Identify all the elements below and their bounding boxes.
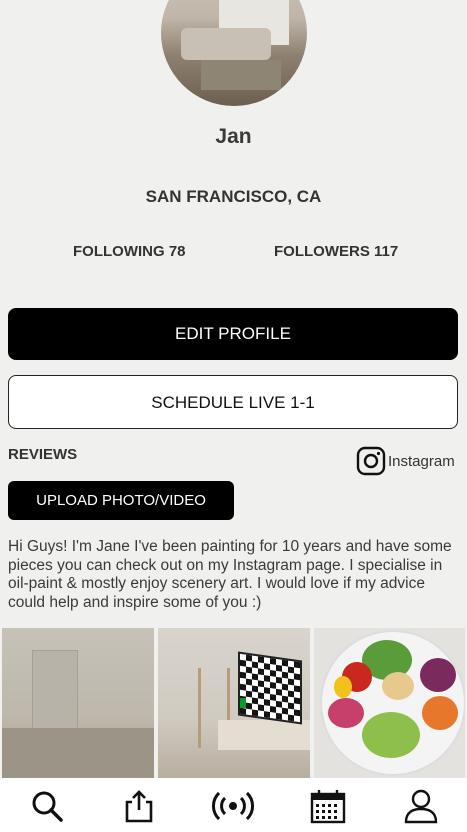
salad-chickpeas bbox=[382, 672, 414, 700]
hallway-floor bbox=[2, 728, 154, 778]
reviews-link[interactable]: REVIEWS bbox=[8, 446, 77, 463]
gallery-tile-hallway[interactable] bbox=[2, 628, 154, 778]
salad-pepper bbox=[334, 676, 352, 698]
edit-profile-button[interactable]: EDIT PROFILE bbox=[8, 308, 458, 360]
profile-avatar[interactable] bbox=[161, 0, 307, 106]
instagram-link[interactable]: Instagram bbox=[356, 446, 455, 476]
living-room-plant bbox=[240, 698, 246, 708]
upload-photo-video-button[interactable]: UPLOAD PHOTO/VIDEO bbox=[8, 481, 234, 520]
photo-gallery bbox=[2, 628, 465, 778]
gallery-tile-salad[interactable] bbox=[314, 628, 465, 778]
salad-avocado bbox=[362, 712, 420, 758]
instagram-icon bbox=[356, 446, 386, 476]
profile-bio: Hi Guys! I'm Jane I've been painting for… bbox=[8, 538, 452, 611]
following-count[interactable]: FOLLOWING 78 bbox=[73, 243, 186, 260]
salad-sweet-potato bbox=[422, 696, 458, 730]
profile-name: Jan bbox=[215, 125, 252, 148]
living-room-tv bbox=[238, 651, 302, 725]
avatar-sofa bbox=[181, 28, 271, 60]
bottom-navigation bbox=[0, 778, 467, 832]
followers-count[interactable]: FOLLOWERS 117 bbox=[274, 243, 398, 260]
live-broadcast-icon[interactable] bbox=[211, 788, 255, 824]
salad-radish bbox=[328, 698, 364, 728]
profile-location: SAN FRANCISCO, CA bbox=[145, 187, 322, 206]
share-icon[interactable] bbox=[121, 788, 157, 824]
salad-plate bbox=[322, 632, 464, 774]
profile-icon[interactable] bbox=[403, 788, 439, 824]
search-icon[interactable] bbox=[29, 788, 65, 824]
hallway-door bbox=[32, 650, 78, 740]
calendar-icon[interactable] bbox=[310, 788, 346, 824]
gallery-tile-living-room[interactable] bbox=[158, 628, 310, 778]
salad-cabbage bbox=[420, 658, 456, 692]
instagram-label: Instagram bbox=[388, 452, 455, 470]
schedule-live-button[interactable]: SCHEDULE LIVE 1-1 bbox=[8, 375, 458, 429]
avatar-rug bbox=[201, 60, 281, 90]
living-room-cabinet bbox=[218, 720, 310, 750]
